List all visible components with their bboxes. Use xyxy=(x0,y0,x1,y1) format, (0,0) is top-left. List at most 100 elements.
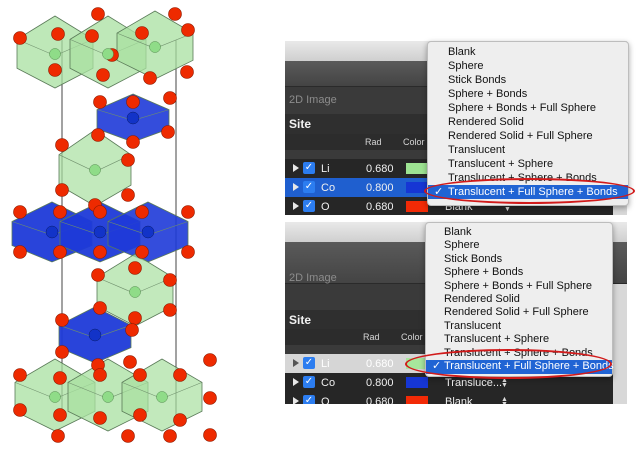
menu-item[interactable]: Translucent xyxy=(426,320,612,334)
tab-2d-image[interactable]: 2D Image xyxy=(289,94,337,106)
oxygen-atom xyxy=(123,355,137,369)
lithium-atom xyxy=(102,391,114,403)
column-header-color[interactable]: Color xyxy=(403,137,425,147)
menu-item[interactable]: Sphere + Bonds xyxy=(426,266,612,280)
column-header-rad[interactable]: Rad xyxy=(365,137,382,147)
render-style-select[interactable]: Blank xyxy=(445,396,473,404)
element-label: Li xyxy=(321,358,330,370)
menu-item[interactable]: Sphere xyxy=(426,239,612,253)
tab-2d-image[interactable]: 2D Image xyxy=(289,272,337,284)
visibility-checkbox[interactable]: ✓ xyxy=(303,162,315,174)
menu-item[interactable]: Translucent + Sphere xyxy=(426,333,612,347)
color-swatch[interactable] xyxy=(406,377,428,388)
highlight-ellipse xyxy=(424,178,635,204)
oxygen-atom xyxy=(203,391,217,405)
oxygen-atom xyxy=(51,27,65,41)
color-swatch[interactable] xyxy=(406,201,428,212)
menu-item[interactable]: Rendered Solid + Full Sphere xyxy=(426,306,612,320)
site-title: Site xyxy=(289,117,312,131)
oxygen-atom xyxy=(168,7,182,21)
radius-value[interactable]: 0.800 xyxy=(366,182,394,194)
menu-item-label: Sphere xyxy=(448,60,484,72)
oxygen-atom xyxy=(163,429,177,443)
radius-value[interactable]: 0.800 xyxy=(366,377,394,389)
oxygen-atom xyxy=(173,413,187,427)
cobalt-atom xyxy=(126,111,140,125)
menu-item[interactable]: Stick Bonds xyxy=(428,73,628,87)
oxygen-atom xyxy=(163,273,177,287)
oxygen-atom xyxy=(91,268,105,282)
menu-item[interactable]: Sphere + Bonds + Full Sphere xyxy=(426,280,612,294)
column-header-rad[interactable]: Rad xyxy=(363,332,380,342)
disclosure-triangle-icon[interactable] xyxy=(293,183,299,191)
site-row-o[interactable]: ✓ O 0.680 Blank ▲▼ xyxy=(285,392,627,404)
oxygen-atom xyxy=(181,245,195,259)
disclosure-triangle-icon[interactable] xyxy=(293,164,299,172)
element-label: O xyxy=(321,396,330,404)
menu-item-label: Translucent xyxy=(444,319,502,332)
highlight-ellipse xyxy=(405,349,612,379)
menu-item-label: Blank xyxy=(448,46,476,58)
visibility-checkbox[interactable]: ✓ xyxy=(303,395,315,404)
menu-item[interactable]: Blank xyxy=(428,45,628,59)
oxygen-atom xyxy=(55,183,69,197)
menu-item[interactable]: Translucent xyxy=(428,143,628,157)
menu-item-label: Translucent + Sphere xyxy=(444,333,550,346)
menu-item-label: Sphere + Bonds + Full Sphere xyxy=(448,102,596,114)
menu-item[interactable]: Rendered Solid xyxy=(428,115,628,129)
oxygen-atom xyxy=(53,205,67,219)
oxygen-atom xyxy=(55,138,69,152)
oxygen-atom xyxy=(161,125,175,139)
menu-item[interactable]: Blank xyxy=(426,226,612,240)
oxygen-atom xyxy=(53,408,67,422)
disclosure-triangle-icon[interactable] xyxy=(293,397,299,404)
oxygen-atom xyxy=(126,95,140,109)
oxygen-atom xyxy=(181,205,195,219)
visibility-checkbox[interactable]: ✓ xyxy=(303,181,315,193)
disclosure-triangle-icon[interactable] xyxy=(293,359,299,367)
oxygen-atom xyxy=(93,245,107,259)
cobalt-atom xyxy=(93,225,107,239)
menu-item[interactable]: Sphere xyxy=(428,59,628,73)
disclosure-triangle-icon[interactable] xyxy=(293,202,299,210)
menu-item[interactable]: Translucent + Sphere xyxy=(428,157,628,171)
lithium-atom xyxy=(49,48,61,60)
oxygen-atom xyxy=(133,368,147,382)
scrollbar[interactable] xyxy=(613,284,627,404)
oxygen-atom xyxy=(91,128,105,142)
disclosure-triangle-icon[interactable] xyxy=(293,378,299,386)
lithium-atom xyxy=(102,48,114,60)
radius-value[interactable]: 0.680 xyxy=(366,201,394,213)
menu-item[interactable]: Rendered Solid + Full Sphere xyxy=(428,129,628,143)
oxygen-atom xyxy=(125,323,139,337)
menu-item[interactable]: Rendered Solid xyxy=(426,293,612,307)
menu-item-label: Sphere xyxy=(444,239,480,252)
color-swatch[interactable] xyxy=(406,163,428,174)
radius-value[interactable]: 0.680 xyxy=(366,396,394,404)
oxygen-atom xyxy=(55,345,69,359)
column-header-color[interactable]: Color xyxy=(401,332,423,342)
stepper-arrows-icon[interactable]: ▲▼ xyxy=(501,396,508,404)
oxygen-atom xyxy=(181,23,195,37)
menu-item[interactable]: Sphere + Bonds + Full Sphere xyxy=(428,101,628,115)
element-label: Co xyxy=(321,182,336,194)
oxygen-atom xyxy=(135,245,149,259)
oxygen-atom xyxy=(121,188,135,202)
stepper-arrows-icon[interactable]: ▲▼ xyxy=(501,377,508,389)
oxygen-atom xyxy=(203,353,217,367)
menu-item[interactable]: Sphere + Bonds xyxy=(428,87,628,101)
visibility-checkbox[interactable]: ✓ xyxy=(303,357,315,369)
visibility-checkbox[interactable]: ✓ xyxy=(303,376,315,388)
oxygen-atom xyxy=(203,428,217,442)
visibility-checkbox[interactable]: ✓ xyxy=(303,200,315,212)
oxygen-atom xyxy=(53,371,67,385)
radius-value[interactable]: 0.680 xyxy=(366,358,394,370)
radius-value[interactable]: 0.680 xyxy=(366,163,394,175)
menu-item-label: Translucent xyxy=(448,144,506,156)
oxygen-atom xyxy=(13,245,27,259)
menu-item[interactable]: Stick Bonds xyxy=(426,253,612,267)
oxygen-atom xyxy=(51,429,65,443)
color-swatch[interactable] xyxy=(406,396,428,404)
oxygen-atom xyxy=(133,408,147,422)
cobalt-atom xyxy=(141,225,155,239)
